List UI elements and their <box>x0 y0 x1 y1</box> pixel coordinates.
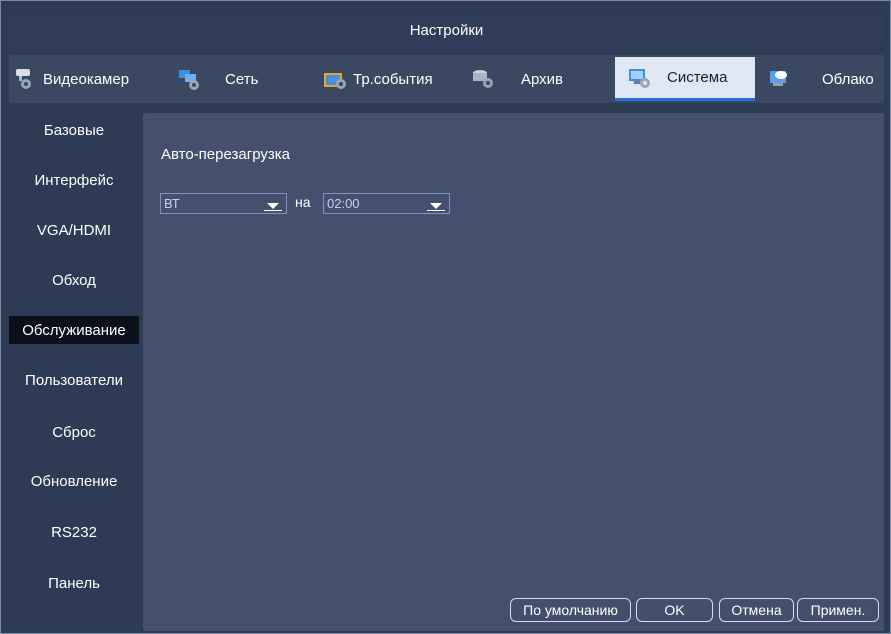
tab-events[interactable]: Тр.события <box>323 57 463 101</box>
apply-button[interactable]: Примен. <box>797 598 879 622</box>
sidebar-item-interface[interactable]: Интерфейс <box>9 166 139 194</box>
settings-window: Настройки Видеокамер Сеть Тр.события Арх… <box>0 0 891 634</box>
cloud-icon <box>767 67 793 91</box>
reboot-day-value: ВТ <box>164 196 180 211</box>
tab-system-label: Система <box>667 69 728 86</box>
ok-button[interactable]: OK <box>636 598 713 622</box>
sidebar-item-panel[interactable]: Панель <box>9 569 139 597</box>
sidebar-item-maintenance[interactable]: Обслуживание <box>9 316 139 344</box>
storage-gear-icon <box>471 67 497 91</box>
tab-system[interactable]: Система <box>615 57 755 101</box>
chevron-down-icon <box>267 203 279 209</box>
tab-cloud-label: Облако <box>822 70 874 88</box>
cancel-button[interactable]: Отмена <box>719 598 794 622</box>
tab-events-label: Тр.события <box>353 70 433 88</box>
camera-gear-icon <box>13 67 39 91</box>
alarm-gear-icon <box>323 67 349 91</box>
tab-archive[interactable]: Архив <box>471 57 603 101</box>
reboot-time-select[interactable]: 02:00 <box>323 193 450 214</box>
tab-cameras[interactable]: Видеокамер <box>9 57 159 101</box>
system-gear-icon <box>627 66 653 90</box>
sidebar-item-vga-hdmi[interactable]: VGA/HDMI <box>9 216 139 244</box>
auto-reboot-label: Авто-перезагрузка <box>161 146 290 163</box>
reboot-time-value: 02:00 <box>327 196 360 211</box>
tab-cloud[interactable]: Облако <box>767 57 884 101</box>
sidebar-item-reset[interactable]: Сброс <box>9 418 139 446</box>
sidebar-item-rs232[interactable]: RS232 <box>9 518 139 546</box>
tab-bar: Видеокамер Сеть Тр.события Архив Система <box>9 55 884 103</box>
at-label: на <box>295 194 311 210</box>
chevron-down-icon <box>430 203 442 209</box>
network-gear-icon <box>177 67 203 91</box>
tab-archive-label: Архив <box>521 70 564 88</box>
reboot-day-select[interactable]: ВТ <box>160 193 287 214</box>
default-button[interactable]: По умолчанию <box>510 598 631 622</box>
tab-network[interactable]: Сеть <box>177 57 285 101</box>
tab-cameras-label: Видеокамер <box>43 70 130 88</box>
window-title: Настройки <box>9 13 884 47</box>
maintenance-panel: Авто-перезагрузка ВТ на 02:00 По умолчан… <box>143 113 884 631</box>
sidebar-item-tour[interactable]: Обход <box>9 266 139 294</box>
sidebar: Базовые Интерфейс VGA/HDMI Обход Обслужи… <box>9 109 139 629</box>
sidebar-item-users[interactable]: Пользователи <box>9 366 139 394</box>
sidebar-item-update[interactable]: Обновление <box>9 467 139 495</box>
tab-network-label: Сеть <box>225 70 259 88</box>
sidebar-item-basic[interactable]: Базовые <box>9 116 139 144</box>
